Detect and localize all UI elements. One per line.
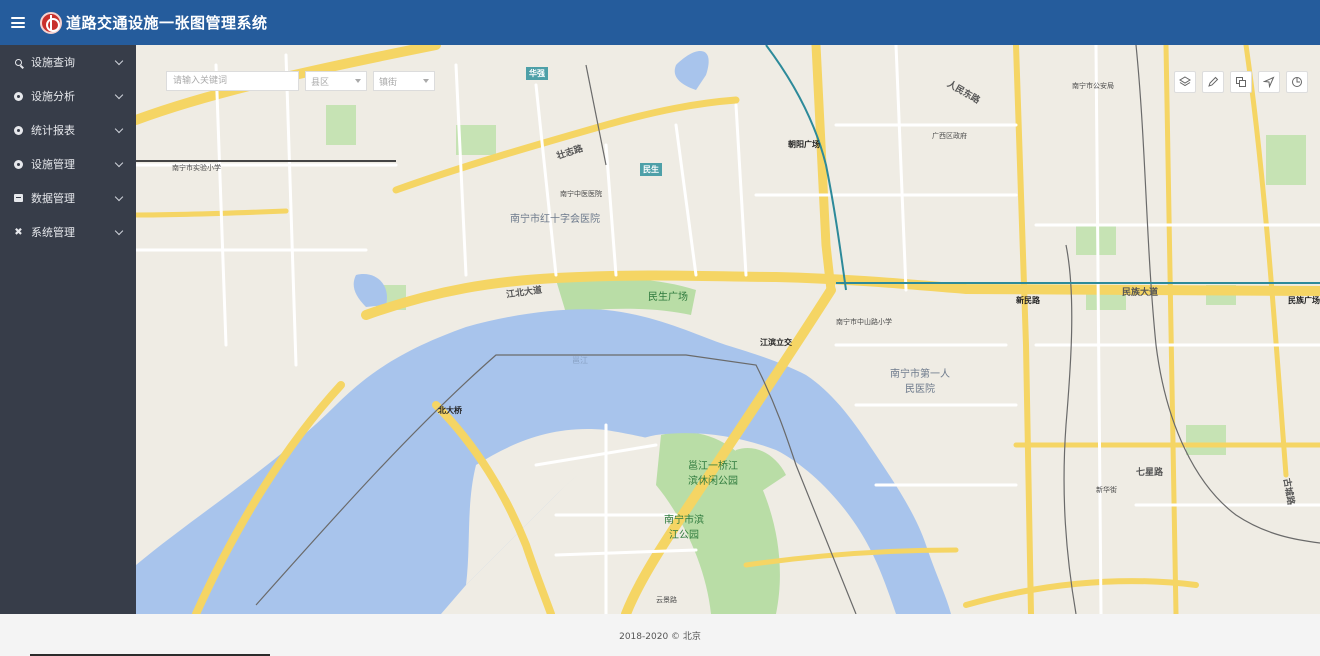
- app-header: 道路交通设施一张图管理系统: [0, 0, 1320, 45]
- map-label: 南宁市公安局: [1072, 82, 1114, 90]
- map-label: 邕江一桥江滨休闲公园: [688, 461, 738, 487]
- copy-icon: [1236, 77, 1246, 87]
- sidebar-item-label: 统计报表: [31, 124, 75, 137]
- map-label: 广西区政府: [932, 132, 967, 140]
- sidebar-item-label: 数据管理: [31, 192, 75, 205]
- map-view[interactable]: 南宁市红十字会医院 民生广场 朝阳广场 江北大道 民族大道 新民路 北大桥 江滨…: [136, 45, 1320, 614]
- sidebar-item-label: 系统管理: [31, 226, 75, 239]
- map-label: 新华街: [1096, 486, 1117, 494]
- edit-button[interactable]: [1202, 71, 1224, 93]
- map-label: 七星路: [1136, 468, 1164, 478]
- map-search-bar: 县区 镇街: [166, 71, 435, 91]
- sidebar-item-facility-management[interactable]: 设施管理: [0, 147, 136, 181]
- town-select-value: 镇街: [379, 77, 398, 88]
- town-select[interactable]: 镇街: [373, 71, 435, 91]
- map-label: 民族广场: [1288, 296, 1320, 305]
- manage-icon: [14, 159, 23, 169]
- map-label: 新民路: [1016, 296, 1040, 305]
- map-label: 南宁市实验小学: [172, 164, 221, 172]
- sidebar-item-system-management[interactable]: ✖ 系统管理: [0, 215, 136, 249]
- map-base-layer: [136, 45, 1320, 614]
- traffic-logo-icon: [40, 11, 62, 34]
- district-select-value: 县区: [311, 77, 330, 88]
- sidebar-item-label: 设施查询: [31, 56, 75, 69]
- map-label: 邕江: [572, 356, 588, 365]
- navigate-button[interactable]: [1258, 71, 1280, 93]
- sidebar-item-statistics-report[interactable]: 统计报表: [0, 113, 136, 147]
- layers-button[interactable]: [1174, 71, 1196, 93]
- search-icon: [14, 58, 23, 67]
- chevron-down-icon: [355, 79, 361, 83]
- map-label: 南宁市滨江公园: [664, 515, 704, 541]
- sidebar-item-label: 设施分析: [31, 90, 75, 103]
- chevron-down-icon: [114, 192, 124, 201]
- copyright-text: 2018-2020 © 北京: [619, 631, 701, 642]
- edit-icon: [1208, 76, 1219, 87]
- chevron-down-icon: [114, 158, 124, 167]
- database-icon: [14, 194, 23, 203]
- district-select[interactable]: 县区: [305, 71, 367, 91]
- measure-button[interactable]: [1286, 71, 1308, 93]
- map-label: 民生广场: [648, 292, 688, 303]
- sidebar: 设施查询 设施分析 统计报表 设施管理 数据管理 ✖ 系统管理: [0, 45, 136, 614]
- map-label: 北大桥: [438, 406, 462, 415]
- app-title: 道路交通设施一张图管理系统: [66, 14, 268, 32]
- navigate-icon: [1263, 76, 1275, 88]
- map-toolbar: [1174, 71, 1308, 93]
- copy-button[interactable]: [1230, 71, 1252, 93]
- map-label: 云景路: [656, 596, 677, 604]
- sidebar-item-facility-analysis[interactable]: 设施分析: [0, 79, 136, 113]
- map-label: 南宁市第一人民医院: [890, 369, 950, 395]
- chevron-down-icon: [114, 226, 124, 235]
- map-label: 华强: [526, 67, 548, 80]
- analysis-icon: [14, 91, 23, 101]
- map-label: 南宁市中山路小学: [836, 318, 892, 326]
- sidebar-item-data-management[interactable]: 数据管理: [0, 181, 136, 215]
- measure-icon: [1292, 77, 1302, 87]
- report-icon: [14, 125, 23, 135]
- search-input[interactable]: [166, 71, 299, 91]
- chevron-down-icon: [114, 56, 124, 65]
- layers-icon: [1179, 76, 1191, 87]
- map-label: 朝阳广场: [788, 140, 820, 149]
- sidebar-item-facility-query[interactable]: 设施查询: [0, 45, 136, 79]
- map-label: 江滨立交: [760, 338, 792, 347]
- chevron-down-icon: [114, 90, 124, 99]
- map-label: 南宁中医医院: [560, 190, 602, 198]
- map-label: 民族大道: [1122, 288, 1159, 298]
- chevron-down-icon: [423, 79, 429, 83]
- footer: 2018-2020 © 北京: [0, 614, 1320, 656]
- chevron-down-icon: [114, 124, 124, 133]
- map-label: 南宁市红十字会医院: [510, 214, 600, 225]
- tools-icon: ✖: [14, 226, 23, 238]
- sidebar-item-label: 设施管理: [31, 158, 75, 171]
- hamburger-icon[interactable]: [0, 0, 36, 45]
- map-label: 民生: [640, 163, 662, 176]
